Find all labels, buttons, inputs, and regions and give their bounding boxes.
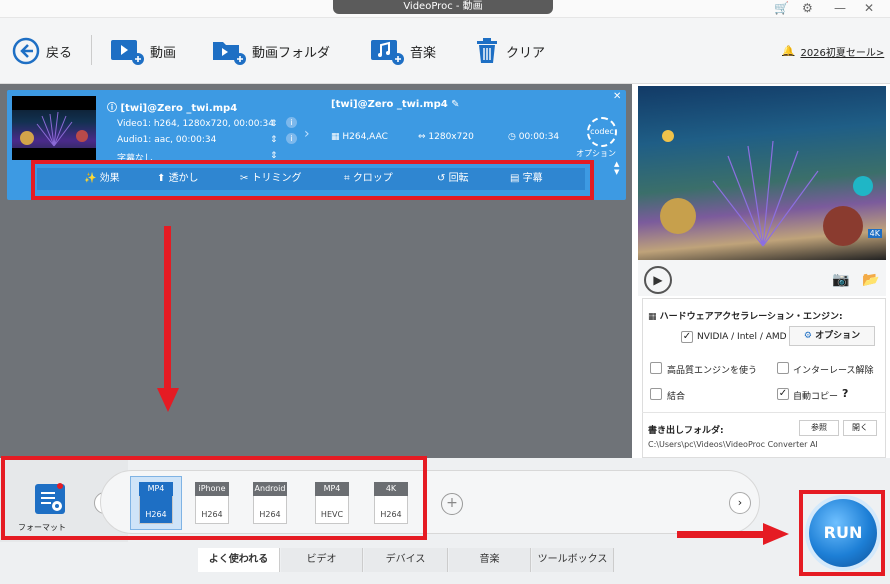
bell-icon: 🔔	[782, 45, 795, 57]
window-title: VideoProc - 動画	[333, 0, 553, 14]
coral-thumbnail-image	[12, 96, 96, 160]
nvidia-label: NVIDIA / Intel / AMD	[697, 332, 787, 342]
video-label: 動画	[150, 45, 177, 61]
toolbar-divider	[91, 35, 92, 65]
video-folder-label: 動画フォルダ	[252, 45, 331, 61]
video-preview[interactable]: 4K	[638, 86, 886, 260]
down-arrow-shaft	[164, 226, 171, 392]
tab-music[interactable]: 音楽	[449, 548, 531, 572]
hq-engine-label: 高品質エンジンを使う	[667, 366, 758, 376]
codec-gear-icon[interactable]: codec	[587, 117, 617, 147]
right-arrow-shaft	[677, 531, 765, 538]
add-format-button[interactable]: +	[441, 493, 463, 515]
back-button[interactable]: 戻る	[12, 18, 72, 84]
audio-track-select-icon[interactable]: ⇕	[270, 135, 278, 145]
music-label: 音楽	[410, 45, 437, 61]
gear-icon: ⚙	[803, 331, 812, 341]
output-folder-label: 書き出しフォルダ:	[648, 426, 724, 436]
output-path: C:\Users\pc\Videos\VideoProc Converter A…	[648, 440, 818, 449]
gear-icon[interactable]: ⚙	[802, 1, 813, 15]
play-icon[interactable]: ▶	[644, 266, 672, 294]
folder-plus-icon	[213, 42, 246, 65]
trash-icon	[477, 38, 497, 63]
autocopy-label: 自動コピー	[793, 392, 839, 402]
run-button[interactable]: RUN	[809, 499, 877, 567]
clear-label: クリア	[506, 45, 546, 61]
tab-video[interactable]: ビデオ	[281, 548, 363, 572]
convert-arrow-icon: ›	[304, 126, 310, 142]
cart-icon[interactable]: 🛒	[774, 1, 789, 15]
autocopy-help-icon[interactable]: ?	[842, 387, 848, 400]
promo-label: 2026初夏セール>	[800, 47, 885, 59]
main-toolbar: 戻る 動画 動画フォルダ 音楽 クリア 🔔 2026初夏セール>	[0, 18, 890, 84]
deinterlace-checkbox[interactable]	[777, 362, 789, 374]
autocopy-checkbox[interactable]: ✓	[777, 388, 789, 400]
coral-preview-image	[660, 130, 873, 247]
hw-option-label: オプション	[815, 331, 861, 341]
back-arrow-icon	[12, 37, 40, 65]
duration-text: 00:00:34	[518, 132, 560, 142]
output-resolution: ⇔ 1280x720	[418, 132, 474, 142]
source-filename: ⓘ [twi]@Zero _twi.mp4	[107, 103, 238, 114]
output-name-text: [twi]@Zero _twi.mp4	[331, 99, 448, 110]
hw-accel-title: ▦ ハードウェアアクセラレーション・エンジン:	[648, 312, 843, 322]
open-folder-button[interactable]: 開く	[843, 420, 877, 436]
add-video-button[interactable]: 動画	[110, 18, 176, 84]
codec-text: H264,AAC	[342, 132, 388, 142]
next-format-button[interactable]: ›	[729, 492, 751, 514]
merge-checkbox[interactable]	[650, 388, 662, 400]
tab-toolbox[interactable]: ツールボックス	[532, 548, 614, 572]
resolution-text: 1280x720	[428, 132, 474, 142]
close-icon[interactable]: ✕	[864, 1, 874, 15]
add-music-button[interactable]: 音楽	[370, 18, 436, 84]
output-filename[interactable]: [twi]@Zero _twi.mp4 ✎	[331, 99, 460, 110]
output-codec: ▦ H264,AAC	[331, 132, 388, 142]
open-folder-icon[interactable]: 📂	[862, 272, 879, 288]
clear-button[interactable]: クリア	[474, 18, 545, 84]
reorder-arrows-icon[interactable]: ▲ ▼	[614, 160, 619, 176]
merge-label: 結合	[667, 392, 686, 402]
remove-task-icon[interactable]: ✕	[613, 91, 621, 102]
music-plus-icon	[371, 40, 404, 65]
promo-link[interactable]: 🔔 2026初夏セール>	[782, 18, 884, 84]
audio-track-info: Audio1: aac, 00:00:34	[117, 135, 217, 145]
video-track-select-icon[interactable]: ⇕	[270, 119, 278, 129]
down-arrow-head	[157, 388, 179, 412]
video-info-icon[interactable]: i	[286, 117, 297, 128]
edit-highlight-box	[31, 160, 594, 200]
video-thumbnail[interactable]	[12, 96, 96, 160]
camera-icon[interactable]: 📷	[832, 272, 849, 288]
settings-divider	[642, 412, 886, 413]
back-label: 戻る	[46, 45, 73, 61]
audio-info-icon[interactable]: i	[286, 133, 297, 144]
source-name-text: [twi]@Zero _twi.mp4	[120, 103, 238, 114]
codec-option-label[interactable]: オプション	[576, 148, 616, 159]
hw-option-button[interactable]: ⚙ オプション	[789, 326, 875, 346]
hw-title-text: ハードウェアアクセラレーション・エンジン:	[659, 312, 843, 322]
add-folder-button[interactable]: 動画フォルダ	[212, 18, 330, 84]
film-plus-icon	[111, 40, 144, 65]
minimize-icon[interactable]: —	[834, 1, 846, 15]
nvidia-checkbox[interactable]: ✓	[681, 331, 693, 343]
deinterlace-label: インターレース解除	[793, 366, 874, 376]
hq-engine-checkbox[interactable]	[650, 362, 662, 374]
output-duration: ◷ 00:00:34	[508, 132, 560, 142]
4k-badge: 4K	[867, 229, 882, 238]
tab-popular[interactable]: よく使われる	[198, 548, 280, 572]
tab-device[interactable]: デバイス	[364, 548, 448, 572]
video-track-info: Video1: h264, 1280x720, 00:00:34	[117, 119, 274, 129]
right-arrow-head	[763, 523, 789, 545]
format-highlight-box	[1, 456, 427, 540]
browse-button[interactable]: 参照	[799, 420, 839, 436]
